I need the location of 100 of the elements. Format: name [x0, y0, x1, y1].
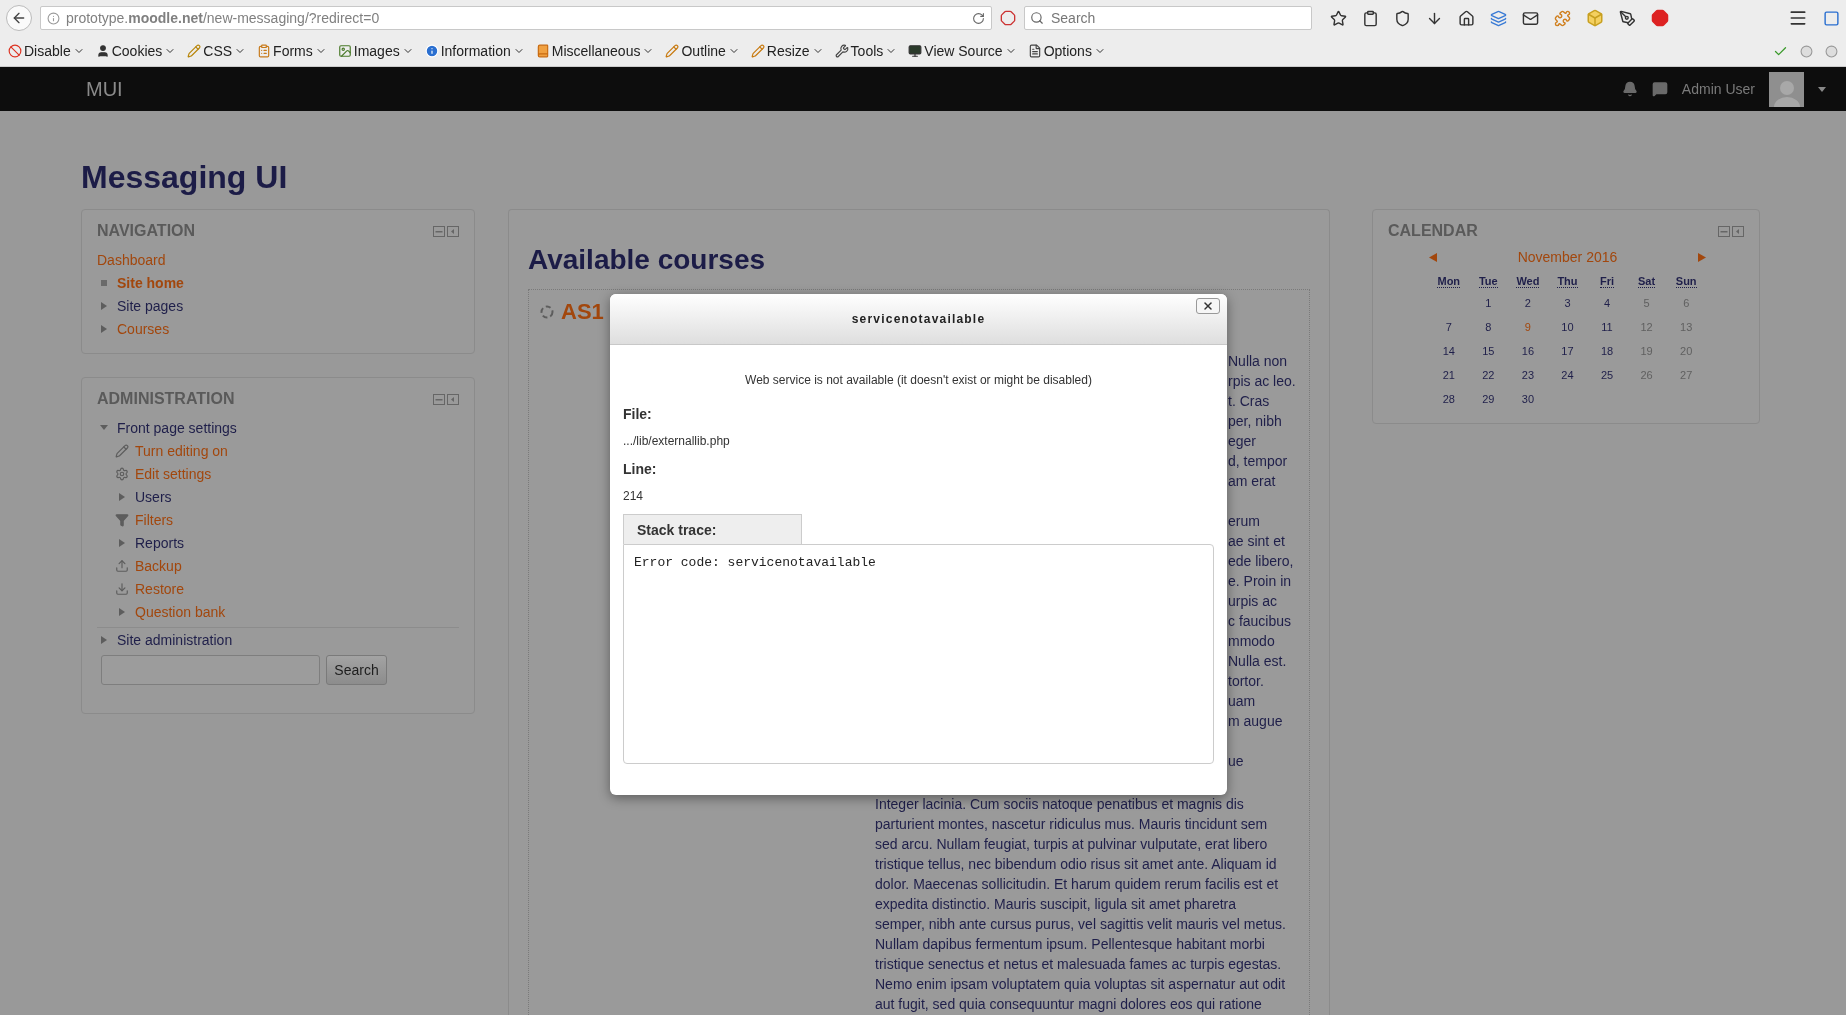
tree-item[interactable]: Reports [135, 534, 185, 551]
stop-sign-icon[interactable] [1651, 9, 1669, 27]
block-controls-icon[interactable] [1718, 225, 1744, 237]
calendar-day[interactable]: 4 [1603, 297, 1611, 309]
next-month-icon[interactable] [1698, 252, 1706, 262]
collapsed-triangle-icon[interactable] [100, 323, 108, 334]
search-input[interactable]: Search [1049, 9, 1293, 27]
summary-text: erum [1228, 513, 1260, 529]
person-icon [95, 44, 110, 58]
chat-icon[interactable] [1651, 81, 1668, 97]
mail-icon[interactable] [1522, 9, 1539, 27]
error-message: Web service is not available (it doesn't exist or might be disabled) [744, 373, 1093, 387]
tree-item[interactable]: Users [135, 488, 172, 505]
calendar-day[interactable]: 16 [1521, 345, 1535, 357]
reload-icon[interactable] [972, 11, 985, 25]
toolbar-menu[interactable]: CSS [183, 43, 251, 59]
calendar-day[interactable]: 7 [1445, 321, 1452, 333]
image-icon [337, 44, 352, 58]
block-controls-icon[interactable] [433, 225, 459, 237]
nav-item[interactable]: Site pages [117, 297, 184, 314]
star-icon[interactable] [1330, 9, 1347, 27]
blocked-icon[interactable] [1000, 10, 1016, 26]
collapsed-triangle-icon[interactable] [100, 634, 108, 645]
close-button[interactable] [1196, 298, 1220, 314]
summary-text: uam [1228, 693, 1256, 709]
toolbar-menu[interactable]: Miscellaneous [531, 43, 659, 59]
summary-text: am erat [1228, 473, 1276, 489]
calendar-day[interactable]: 24 [1561, 369, 1574, 381]
search-field[interactable]: Search [1024, 6, 1312, 30]
caret-icon[interactable] [1818, 86, 1826, 92]
toolbar-menu[interactable]: Disable [4, 43, 89, 59]
toolbar-menu[interactable]: Images [333, 43, 418, 59]
circle-icon[interactable] [1800, 44, 1813, 58]
toolbar-menu[interactable]: View Source [904, 43, 1021, 59]
toolbar-menu[interactable]: Tools [830, 43, 902, 59]
download-icon [115, 581, 129, 596]
weekday-label: Thu [1557, 275, 1578, 288]
tree-item[interactable]: Site administration [117, 631, 233, 648]
calendar-day[interactable]: 29 [1482, 393, 1495, 405]
shield-icon[interactable] [1394, 9, 1411, 27]
toolbar-menu[interactable]: Information [420, 43, 529, 59]
block-controls-icon[interactable] [433, 393, 459, 405]
user-name[interactable]: Admin User [1681, 81, 1755, 97]
calendar-day[interactable]: 11 [1601, 321, 1613, 333]
wrench-icon [834, 44, 849, 58]
home-icon[interactable] [1458, 9, 1475, 27]
avatar[interactable] [1769, 71, 1804, 107]
calendar-day[interactable]: 10 [1561, 321, 1574, 333]
summary-text: urpis ac [1228, 593, 1278, 609]
book-icon [535, 44, 550, 58]
summary-text: per, nibh [1228, 413, 1282, 429]
collapsed-triangle-icon[interactable] [118, 537, 126, 548]
puzzle-icon[interactable] [1554, 9, 1571, 27]
info-icon[interactable] [47, 11, 60, 25]
calendar-day[interactable]: 8 [1485, 321, 1492, 333]
stack-trace-tab[interactable]: Stack trace: [623, 514, 802, 544]
pen-icon[interactable] [1619, 9, 1636, 27]
block-title: CALENDAR [1388, 222, 1478, 240]
site-brand[interactable]: MUI [86, 77, 123, 101]
calendar-day[interactable]: 18 [1600, 345, 1614, 357]
collapsed-triangle-icon[interactable] [118, 491, 126, 502]
menu-icon[interactable] [1788, 8, 1808, 28]
toolbar-menu[interactable]: Forms [253, 43, 331, 59]
search-field[interactable] [101, 655, 320, 685]
tree-item[interactable]: Front page settings [117, 419, 237, 436]
calendar-day[interactable]: 15 [1482, 345, 1495, 357]
bell-icon[interactable] [1621, 81, 1638, 97]
upload-icon [115, 558, 129, 573]
weekday-label: Sat [1638, 275, 1656, 288]
gear-icon [115, 466, 129, 481]
monitor-icon [908, 44, 923, 58]
calendar-day[interactable]: 22 [1482, 369, 1495, 381]
clipboard-icon[interactable] [1362, 9, 1379, 27]
calendar-day[interactable]: 1 [1485, 297, 1492, 309]
calendar-day[interactable]: 17 [1561, 345, 1574, 357]
collapsed-triangle-icon[interactable] [118, 606, 126, 617]
line-number: 214 [623, 489, 645, 503]
address-field[interactable]: prototype.moodle.net/new-messaging/?redirect=0 [40, 6, 992, 30]
search-button[interactable]: Search [326, 655, 387, 685]
calendar-day[interactable]: 28 [1442, 393, 1455, 405]
file-path: .../lib/externallib.php [623, 434, 731, 448]
calendar-day[interactable]: 30 [1521, 393, 1535, 405]
ban-icon [8, 44, 22, 58]
circle-icon[interactable] [1825, 44, 1838, 58]
calendar-day[interactable]: 2 [1524, 297, 1531, 309]
collapsed-triangle-icon[interactable] [100, 300, 108, 311]
previous-month-icon[interactable] [1429, 252, 1437, 262]
calendar-day[interactable]: 3 [1564, 297, 1571, 309]
close-icon[interactable] [1202, 300, 1214, 312]
toolbar-menu[interactable]: Outline [661, 43, 744, 59]
calendar-day[interactable]: 23 [1521, 369, 1535, 381]
calendar-day[interactable]: 25 [1600, 369, 1614, 381]
toolbar-menu[interactable]: Cookies [91, 43, 181, 59]
calendar-day[interactable]: 21 [1442, 369, 1455, 381]
toolbar-menu[interactable]: Resize [746, 43, 828, 59]
calendar-day[interactable]: 14 [1442, 345, 1455, 357]
back-button[interactable] [6, 5, 32, 31]
info-icon [424, 44, 439, 58]
layers-icon[interactable] [1490, 9, 1507, 27]
toolbar-menu[interactable]: Options [1023, 43, 1110, 59]
